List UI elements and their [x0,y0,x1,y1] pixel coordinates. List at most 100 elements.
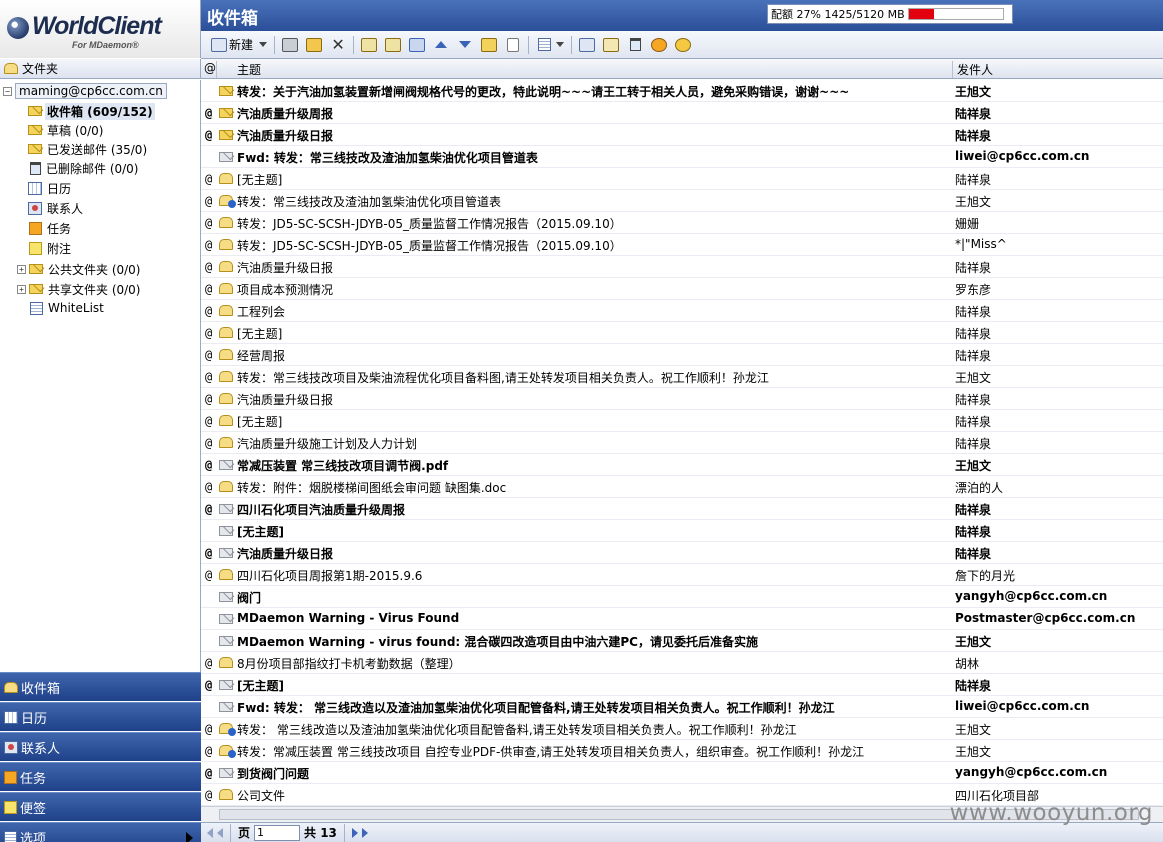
message-subject[interactable]: 四川石化项目周报第1期-2015.9.6 [237,567,949,584]
nav-options-button[interactable]: 选项 [0,822,201,842]
message-row[interactable]: @ 转发：常减压装置 常三线技改项目 自控专业PDF-供审查,请王处转发项目相关负… [201,740,1163,762]
new-button[interactable]: 新建 [207,34,271,56]
folder-label[interactable]: 公共文件夹 (0/0) [46,261,143,278]
message-subject[interactable]: 转发：JD5-SC-SCSH-JDYB-05_质量监督工作情况报告（2015.0… [237,215,949,232]
move-button[interactable] [302,34,326,56]
message-subject[interactable]: 转发：附件：烟脱楼梯间图纸会审问题 缺图集.doc [237,479,949,496]
message-row[interactable]: @ 转发：JD5-SC-SCSH-JDYB-05_质量监督工作情况报告（2015.… [201,234,1163,256]
folder-label[interactable]: 日历 [45,180,73,197]
folder-public[interactable]: + 公共文件夹 (0/0) [17,260,143,278]
search-button[interactable] [599,34,623,56]
message-row[interactable]: @ 汽油质量升级日报 陆祥泉 [201,256,1163,278]
folder-label[interactable]: 草稿 (0/0) [45,122,106,139]
attachment-column-header[interactable]: @ [201,61,217,78]
message-subject[interactable]: [无主题] [237,171,949,188]
nav-tasks-button[interactable]: 任务 [0,762,201,791]
message-subject[interactable]: [无主题] [237,677,949,694]
empty-trash-button[interactable] [623,34,647,56]
nav-inbox-button[interactable]: 收件箱 [0,672,201,701]
first-page-icon[interactable] [207,827,213,838]
message-row[interactable]: Fwd: 转发：常三线技改及渣油加氢柴油优化项目管道表 liwei@cp6cc.c… [201,146,1163,168]
folder-drafts[interactable]: 草稿 (0/0) [28,121,106,139]
folder-calendar[interactable]: 日历 [28,179,73,197]
message-subject[interactable]: MDaemon Warning - Virus Found [237,611,949,625]
sender-column-header[interactable]: 发件人 [953,61,1163,78]
print-button[interactable] [278,34,302,56]
message-subject[interactable]: 阀门 [237,589,949,606]
folder-label[interactable]: 已删除邮件 (0/0) [44,160,141,177]
message-subject[interactable]: 经营周报 [237,347,949,364]
message-subject[interactable]: 转发：常三线技改及渣油加氢柴油优化项目管道表 [237,193,949,210]
folder-tasks[interactable]: 任务 [29,219,73,237]
folder-contacts[interactable]: 联系人 [28,199,85,217]
message-row[interactable]: @ 项目成本预测情况 罗东彦 [201,278,1163,300]
folder-label[interactable]: 任务 [45,220,73,237]
next-page-icon[interactable] [351,827,358,838]
message-subject[interactable]: 汽油质量升级日报 [237,259,949,276]
message-row[interactable]: 阀门 yangyh@cp6cc.com.cn [201,586,1163,608]
message-row[interactable]: @ [无主题] 陆祥泉 [201,322,1163,344]
forward-button[interactable] [405,34,429,56]
message-subject[interactable]: 转发：常三线技改项目及柴油流程优化项目备料图,请王处转发项目相关负责人。祝工作顺… [237,369,949,386]
message-row[interactable]: MDaemon Warning - Virus Found Postmaster@… [201,608,1163,630]
delete-button[interactable]: ✕ [326,34,350,56]
message-subject[interactable]: 汽油质量升级周报 [237,105,949,122]
collapse-icon[interactable]: − [3,86,12,96]
reply-all-button[interactable] [381,34,405,56]
message-subject[interactable]: 8月份项目部指纹打卡机考勤数据（整理） [237,655,949,672]
message-subject[interactable]: 汽油质量升级日报 [237,127,949,144]
folder-label[interactable]: WhiteList [46,301,106,315]
message-subject[interactable]: 四川石化项目汽油质量升级周报 [237,501,949,518]
message-row[interactable]: MDaemon Warning - virus found: 混合碳四改造项目由… [201,630,1163,652]
last-page-icon[interactable] [361,827,368,838]
junk-button[interactable] [647,34,671,56]
folder-label[interactable]: 附注 [45,240,73,257]
message-row[interactable]: @ 转发：附件：烟脱楼梯间图纸会审问题 缺图集.doc 漂泊的人 [201,476,1163,498]
message-subject[interactable]: 项目成本预测情况 [237,281,949,298]
nav-contacts-button[interactable]: 联系人 [0,732,201,761]
account-label[interactable]: maming@cp6cc.com.cn [15,83,167,99]
message-row[interactable]: @8月份项目部指纹打卡机考勤数据（整理） 胡林 [201,652,1163,674]
folder-sent[interactable]: 已发送邮件 (35/0) [28,140,149,158]
expand-icon[interactable]: + [17,284,26,294]
message-subject[interactable]: 转发：常减压装置 常三线技改项目 自控专业PDF-供审查,请王处转发项目相关负责… [237,743,949,760]
message-row[interactable]: @ 工程列会 陆祥泉 [201,300,1163,322]
view-source-button[interactable] [501,34,525,56]
message-row[interactable]: Fwd: 转发： 常三线改造以及渣油加氢柴油优化项目配管备料,请王处转发项目相关… [201,696,1163,718]
reply-button[interactable] [357,34,381,56]
message-row[interactable]: [无主题] 陆祥泉 [201,520,1163,542]
message-subject[interactable]: 转发：关于汽油加氢装置新增闸阀规格代号的更改，特此说明~~~请王工转于相关人员，… [237,83,949,100]
message-row[interactable]: @ [无主题] 陆祥泉 [201,674,1163,696]
message-subject[interactable]: 工程列会 [237,303,949,320]
account-node[interactable]: − maming@cp6cc.com.cn [3,82,167,100]
message-row[interactable]: @ 汽油质量升级日报 陆祥泉 [201,124,1163,146]
expand-icon[interactable]: + [17,264,26,274]
folder-label[interactable]: 已发送邮件 (35/0) [45,141,149,158]
message-row[interactable]: @ [无主题] 陆祥泉 [201,410,1163,432]
page-number-input[interactable] [254,824,301,841]
folder-shared[interactable]: + 共享文件夹 (0/0) [17,280,143,298]
message-subject[interactable]: 转发： 常三线改造以及渣油加氢柴油优化项目配管备料,请王处转发项目相关负责人。祝… [237,721,949,738]
chevron-down-icon[interactable] [259,42,268,47]
message-row[interactable]: @ [无主题] 陆祥泉 [201,168,1163,190]
chevron-down-icon[interactable] [556,42,565,47]
message-subject[interactable]: 到货阀门问题 [237,765,949,782]
folder-notes[interactable]: 附注 [29,239,73,257]
folder-label[interactable]: 联系人 [45,200,85,217]
layout-button[interactable] [575,34,599,56]
message-row[interactable]: @ 四川石化项目周报第1期-2015.9.6 詹下的月光 [201,564,1163,586]
message-subject[interactable]: [无主题] [237,523,949,540]
message-subject[interactable]: [无主题] [237,325,949,342]
columns-button[interactable] [532,34,556,56]
folder-inbox[interactable]: 收件箱 (609/152) [28,102,155,120]
previous-button[interactable] [429,34,453,56]
message-subject[interactable]: 公司文件 [237,787,949,804]
message-subject[interactable]: 汽油质量升级日报 [237,391,949,408]
subject-column-header[interactable]: 主题 [233,61,953,78]
message-row[interactable]: @ 到货阀门问题 yangyh@cp6cc.com.cn [201,762,1163,784]
message-row[interactable]: @ 经营周报 陆祥泉 [201,344,1163,366]
nav-notes-button[interactable]: 便签 [0,792,201,821]
message-row[interactable]: 转发：关于汽油加氢装置新增闸阀规格代号的更改，特此说明~~~请王工转于相关人员，… [201,80,1163,102]
message-subject[interactable]: Fwd: 转发：常三线技改及渣油加氢柴油优化项目管道表 [237,149,949,166]
message-row[interactable]: @ 转发： 常三线改造以及渣油加氢柴油优化项目配管备料,请王处转发项目相关负责人。… [201,718,1163,740]
